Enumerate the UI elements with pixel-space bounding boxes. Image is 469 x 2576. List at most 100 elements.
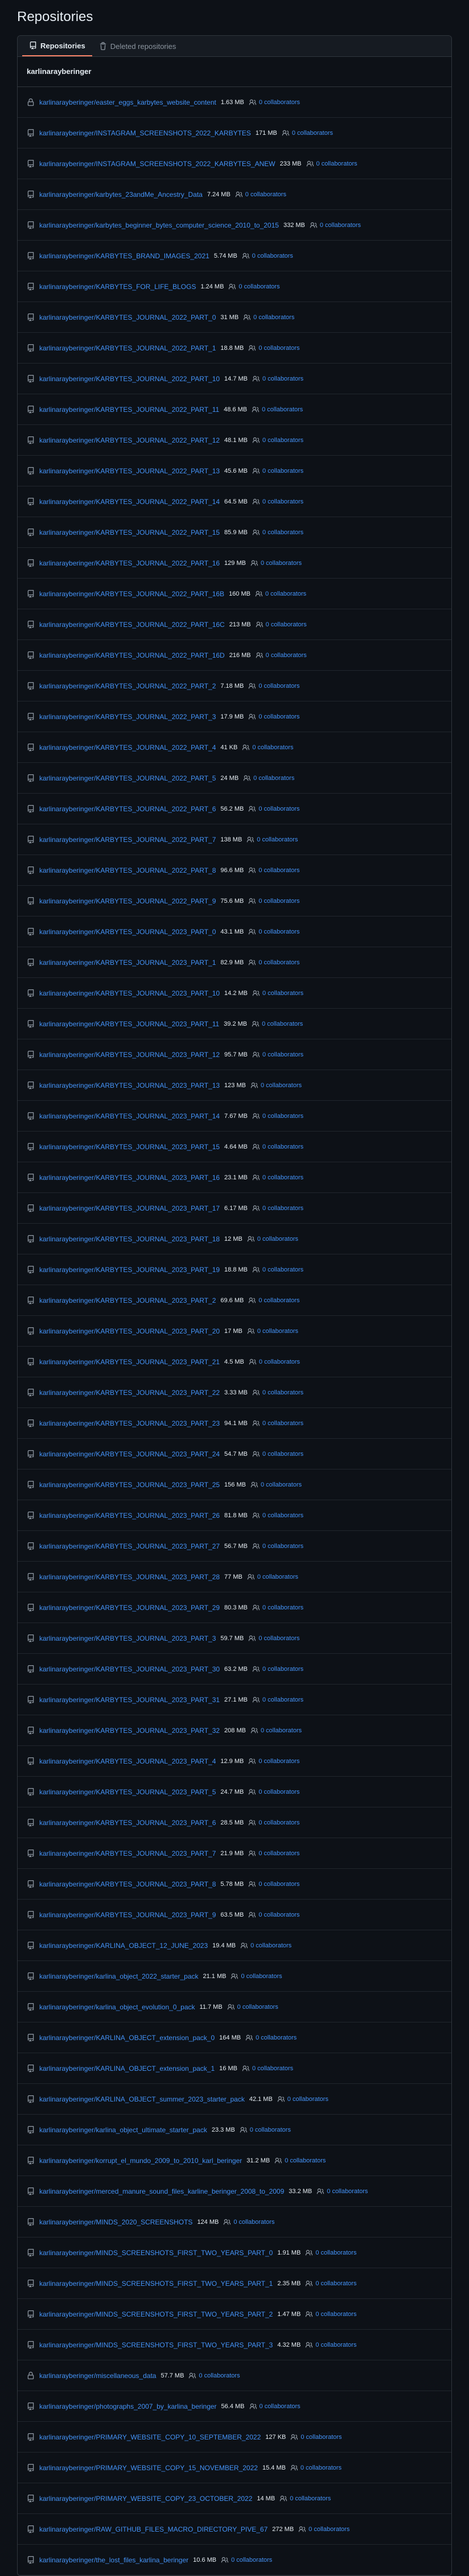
collaborators-link[interactable]: 0 collaborators <box>255 590 306 598</box>
repo-name-link[interactable]: karlinarayberinger/KARBYTES_JOURNAL_2023… <box>39 1880 216 1888</box>
repo-name-link[interactable]: karlinarayberinger/MINDS_SCREENSHOTS_FIR… <box>39 2280 273 2288</box>
collaborators-link[interactable]: 0 collaborators <box>240 2126 291 2134</box>
repo-name-link[interactable]: karlinarayberinger/KARBYTES_JOURNAL_2023… <box>39 1542 220 1550</box>
repo-name-link[interactable]: karlinarayberinger/KARBYTES_JOURNAL_2023… <box>39 1327 220 1335</box>
collaborators-link[interactable]: 0 collaborators <box>248 1788 300 1796</box>
collaborators-link[interactable]: 0 collaborators <box>316 2187 368 2195</box>
collaborators-link[interactable]: 0 collaborators <box>248 1880 300 1888</box>
repo-name-link[interactable]: karlinarayberinger/KARBYTES_JOURNAL_2023… <box>39 1696 220 1704</box>
collaborators-link[interactable]: 0 collaborators <box>282 129 333 137</box>
collaborators-link[interactable]: 0 collaborators <box>247 1235 298 1243</box>
collaborators-link[interactable]: 0 collaborators <box>243 313 294 321</box>
collaborators-link[interactable]: 0 collaborators <box>252 1665 303 1673</box>
repo-name-link[interactable]: karlinarayberinger/RAW_GITHUB_FILES_MACR… <box>39 2525 268 2533</box>
repo-name-link[interactable]: karlinarayberinger/the_lost_files_karlin… <box>39 2556 188 2564</box>
collaborators-link[interactable]: 0 collaborators <box>252 1542 303 1550</box>
repo-name-link[interactable]: karlinarayberinger/MINDS_SCREENSHOTS_FIR… <box>39 2249 273 2257</box>
repo-name-link[interactable]: karlinarayberinger/KARLINA_OBJECT_12_JUN… <box>39 1942 208 1950</box>
repo-name-link[interactable]: karlinarayberinger/KARBYTES_JOURNAL_2022… <box>39 621 225 629</box>
collaborators-link[interactable]: 0 collaborators <box>248 1819 300 1827</box>
repo-name-link[interactable]: karlinarayberinger/INSTAGRAM_SCREENSHOTS… <box>39 160 275 168</box>
repo-name-link[interactable]: karlinarayberinger/PRIMARY_WEBSITE_COPY_… <box>39 2495 252 2503</box>
collaborators-link[interactable]: 0 collaborators <box>277 2095 328 2103</box>
repo-name-link[interactable]: karlinarayberinger/KARBYTES_JOURNAL_2022… <box>39 406 219 414</box>
repo-name-link[interactable]: karlinarayberinger/KARBYTES_JOURNAL_2022… <box>39 651 225 659</box>
collaborators-link[interactable]: 0 collaborators <box>248 1911 300 1919</box>
collaborators-link[interactable]: 0 collaborators <box>248 959 300 967</box>
repo-name-link[interactable]: karlinarayberinger/KARBYTES_JOURNAL_2022… <box>39 529 220 536</box>
collaborators-link[interactable]: 0 collaborators <box>252 1051 303 1059</box>
repo-name-link[interactable]: karlinarayberinger/KARBYTES_JOURNAL_2023… <box>39 1450 220 1458</box>
collaborators-link[interactable]: 0 collaborators <box>274 2157 326 2165</box>
repo-name-link[interactable]: karlinarayberinger/KARBYTES_JOURNAL_2023… <box>39 1819 216 1827</box>
repo-name-link[interactable]: karlinarayberinger/KARBYTES_JOURNAL_2022… <box>39 682 216 690</box>
tab-deleted-repositories[interactable]: Deleted repositories <box>92 36 183 56</box>
collaborators-link[interactable]: 0 collaborators <box>252 1020 303 1028</box>
repo-name-link[interactable]: karlinarayberinger/KARBYTES_JOURNAL_2023… <box>39 1389 220 1397</box>
repo-name-link[interactable]: karlinarayberinger/MINDS_2020_SCREENSHOT… <box>39 2218 192 2226</box>
collaborators-link[interactable]: 0 collaborators <box>252 1389 303 1397</box>
repo-name-link[interactable]: karlinarayberinger/merced_manure_sound_f… <box>39 2187 284 2195</box>
collaborators-link[interactable]: 0 collaborators <box>248 866 300 874</box>
repo-name-link[interactable]: karlinarayberinger/KARBYTES_JOURNAL_2023… <box>39 1112 220 1120</box>
collaborators-link[interactable]: 0 collaborators <box>242 744 294 752</box>
collaborators-link[interactable]: 0 collaborators <box>248 1850 300 1857</box>
repo-name-link[interactable]: karlinarayberinger/karbytes_23andMe_Ance… <box>39 191 203 199</box>
collaborators-link[interactable]: 0 collaborators <box>245 2034 297 2042</box>
collaborators-link[interactable]: 0 collaborators <box>227 2003 278 2011</box>
collaborators-link[interactable]: 0 collaborators <box>256 621 307 629</box>
repo-name-link[interactable]: karlinarayberinger/KARBYTES_JOURNAL_2022… <box>39 590 224 598</box>
repo-name-link[interactable]: karlinarayberinger/KARBYTES_JOURNAL_2022… <box>39 713 216 721</box>
collaborators-link[interactable]: 0 collaborators <box>248 344 300 352</box>
collaborators-link[interactable]: 0 collaborators <box>249 2402 301 2410</box>
collaborators-link[interactable]: 0 collaborators <box>248 897 300 905</box>
repo-name-link[interactable]: karlinarayberinger/KARBYTES_JOURNAL_2023… <box>39 1481 220 1489</box>
collaborators-link[interactable]: 0 collaborators <box>252 467 303 475</box>
repo-name-link[interactable]: karlinarayberinger/KARBYTES_JOURNAL_2023… <box>39 1727 220 1735</box>
repo-name-link[interactable]: karlinarayberinger/KARBYTES_JOURNAL_2023… <box>39 1419 220 1427</box>
collaborators-link[interactable]: 0 collaborators <box>248 928 300 936</box>
collaborators-link[interactable]: 0 collaborators <box>252 375 303 383</box>
repo-name-link[interactable]: karlinarayberinger/MINDS_SCREENSHOTS_FIR… <box>39 2341 273 2349</box>
collaborators-link[interactable]: 0 collaborators <box>252 436 303 444</box>
repo-name-link[interactable]: karlinarayberinger/karlina_object_evolut… <box>39 2003 195 2011</box>
collaborators-link[interactable]: 0 collaborators <box>305 2249 356 2257</box>
repo-name-link[interactable]: karlinarayberinger/KARBYTES_JOURNAL_2023… <box>39 1297 216 1304</box>
repo-name-link[interactable]: karlinarayberinger/photographs_2007_by_k… <box>39 2402 217 2410</box>
repo-name-link[interactable]: karlinarayberinger/KARBYTES_JOURNAL_2023… <box>39 1174 220 1182</box>
collaborators-link[interactable]: 0 collaborators <box>249 98 300 106</box>
collaborators-link[interactable]: 0 collaborators <box>252 1604 303 1612</box>
collaborators-link[interactable]: 0 collaborators <box>252 1512 303 1520</box>
collaborators-link[interactable]: 0 collaborators <box>290 2464 342 2472</box>
collaborators-link[interactable]: 0 collaborators <box>248 1297 300 1304</box>
collaborators-link[interactable]: 0 collaborators <box>228 283 280 291</box>
collaborators-link[interactable]: 0 collaborators <box>279 2495 331 2503</box>
collaborators-link[interactable]: 0 collaborators <box>242 2065 293 2073</box>
repo-name-link[interactable]: karlinarayberinger/KARLINA_OBJECT_extens… <box>39 2034 215 2042</box>
repo-name-link[interactable]: karlinarayberinger/PRIMARY_WEBSITE_COPY_… <box>39 2464 258 2472</box>
repo-name-link[interactable]: karlinarayberinger/KARBYTES_JOURNAL_2023… <box>39 1757 216 1765</box>
repo-name-link[interactable]: karlinarayberinger/miscellaneous_data <box>39 2372 156 2380</box>
collaborators-link[interactable]: 0 collaborators <box>256 651 307 659</box>
collaborators-link[interactable]: 0 collaborators <box>250 1481 302 1489</box>
collaborators-link[interactable]: 0 collaborators <box>243 774 294 782</box>
repo-name-link[interactable]: karlinarayberinger/korrupt_el_mundo_2009… <box>39 2157 242 2165</box>
collaborators-link[interactable]: 0 collaborators <box>252 1174 303 1182</box>
collaborators-link[interactable]: 0 collaborators <box>249 1358 300 1366</box>
repo-name-link[interactable]: karlinarayberinger/KARBYTES_JOURNAL_2023… <box>39 1911 216 1919</box>
collaborators-link[interactable]: 0 collaborators <box>248 682 300 690</box>
repo-name-link[interactable]: karlinarayberinger/KARBYTES_FOR_LIFE_BLO… <box>39 283 196 291</box>
repo-name-link[interactable]: karlinarayberinger/karbytes_beginner_byt… <box>39 221 279 229</box>
collaborators-link[interactable]: 0 collaborators <box>252 529 303 536</box>
repo-name-link[interactable]: karlinarayberinger/KARBYTES_JOURNAL_2022… <box>39 774 216 782</box>
repo-name-link[interactable]: karlinarayberinger/KARBYTES_JOURNAL_2023… <box>39 1081 220 1089</box>
collaborators-link[interactable]: 0 collaborators <box>246 836 298 844</box>
collaborators-link[interactable]: 0 collaborators <box>290 2433 342 2441</box>
collaborators-link[interactable]: 0 collaborators <box>305 2310 356 2318</box>
collaborators-link[interactable]: 0 collaborators <box>252 1419 303 1427</box>
collaborators-link[interactable]: 0 collaborators <box>248 805 300 813</box>
collaborators-link[interactable]: 0 collaborators <box>252 1450 303 1458</box>
repo-name-link[interactable]: karlinarayberinger/KARBYTES_JOURNAL_2022… <box>39 313 216 321</box>
repo-name-link[interactable]: karlinarayberinger/KARBYTES_JOURNAL_2022… <box>39 559 220 567</box>
collaborators-link[interactable]: 0 collaborators <box>252 1112 303 1120</box>
